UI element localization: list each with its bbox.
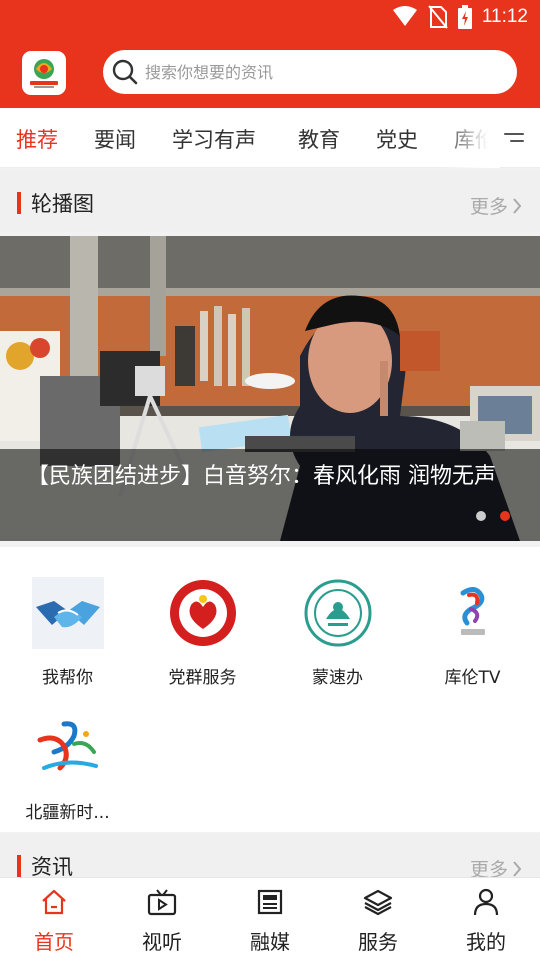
section-accent-bar — [17, 855, 21, 877]
service-kulun-tv[interactable]: 库伦TV — [405, 577, 540, 688]
app-header — [0, 36, 540, 108]
kulun-tv-icon — [437, 577, 509, 649]
app-logo[interactable] — [22, 51, 66, 95]
service-label: 我帮你 — [42, 668, 93, 688]
tab-fade-overlay — [440, 108, 500, 168]
carousel-dot-1[interactable] — [476, 511, 486, 521]
app-logo-icon — [30, 59, 58, 88]
tab-party-history[interactable]: 党史 — [376, 124, 418, 154]
banner-carousel[interactable]: 【民族团结进步】白音努尔：春风化雨 润物无声 — [0, 236, 540, 541]
status-icons: 11:12 — [392, 5, 528, 29]
tab-recommend[interactable]: 推荐 — [16, 124, 58, 154]
nav-label: 融媒 — [250, 930, 290, 954]
wifi-icon — [392, 6, 417, 26]
chevron-right-icon — [513, 197, 522, 214]
category-tabs: 推荐 要闻 学习有声 教育 党史 库伦 — [0, 108, 540, 168]
service-label: 党群服务 — [168, 668, 237, 688]
nav-services[interactable]: 服务 — [324, 886, 432, 955]
carousel-section-title: 轮播图 — [31, 192, 94, 216]
service-grid: 我帮你 党群服务 蒙速办 库伦TV 北疆新时... — [0, 547, 540, 832]
carousel-dot-2[interactable] — [500, 511, 510, 521]
bottom-nav: 首页 视听 融媒 服务 我的 — [0, 877, 540, 960]
search-icon — [112, 59, 138, 85]
service-help-you[interactable]: 我帮你 — [0, 577, 135, 688]
layers-icon — [324, 886, 432, 918]
carousel-section-header: 轮播图 更多 — [0, 170, 540, 232]
search-input[interactable] — [145, 62, 485, 82]
service-label: 蒙速办 — [312, 668, 363, 688]
home-icon — [0, 886, 108, 918]
tab-education[interactable]: 教育 — [298, 124, 340, 154]
carousel-caption: 【民族团结进步】白音努尔：春风化雨 润物无声 — [0, 449, 540, 541]
nav-label: 视听 — [142, 930, 182, 954]
section-accent-bar — [17, 192, 21, 214]
service-party-mass[interactable]: 党群服务 — [135, 577, 270, 688]
service-beijiang[interactable]: 北疆新时... — [0, 712, 135, 823]
nav-profile[interactable]: 我的 — [432, 886, 540, 955]
nav-home[interactable]: 首页 — [0, 886, 108, 955]
carousel-indicator — [476, 511, 510, 521]
mengsuban-icon — [302, 577, 374, 649]
tab-study-audio[interactable]: 学习有声 — [172, 124, 256, 154]
nav-label: 服务 — [358, 930, 398, 954]
beijiang-icon — [32, 712, 104, 784]
newspaper-icon — [216, 886, 324, 918]
party-service-icon — [167, 577, 239, 649]
carousel-caption-text: 【民族团结进步】白音努尔：春风化雨 润物无声 — [27, 464, 496, 489]
nav-label: 我的 — [466, 930, 506, 954]
tab-headlines[interactable]: 要闻 — [94, 124, 136, 154]
tabs-menu-icon[interactable] — [504, 128, 528, 148]
service-mengsuban[interactable]: 蒙速办 — [270, 577, 405, 688]
search-bar[interactable] — [103, 50, 517, 94]
status-bar: 11:12 — [0, 0, 540, 36]
user-icon — [432, 886, 540, 918]
no-sim-icon — [428, 5, 448, 29]
nav-label: 首页 — [34, 930, 74, 954]
carousel-more-link[interactable]: 更多 — [470, 192, 522, 219]
more-label: 更多 — [469, 196, 508, 218]
handshake-icon — [31, 577, 104, 649]
service-label: 库伦TV — [444, 668, 501, 688]
battery-charging-icon — [457, 5, 472, 29]
service-label: 北疆新时... — [25, 803, 110, 823]
status-time: 11:12 — [481, 6, 528, 27]
chevron-right-icon — [513, 860, 522, 877]
nav-media[interactable]: 视听 — [108, 886, 216, 955]
nav-rongmei[interactable]: 融媒 — [216, 886, 324, 955]
tv-icon — [108, 886, 216, 918]
